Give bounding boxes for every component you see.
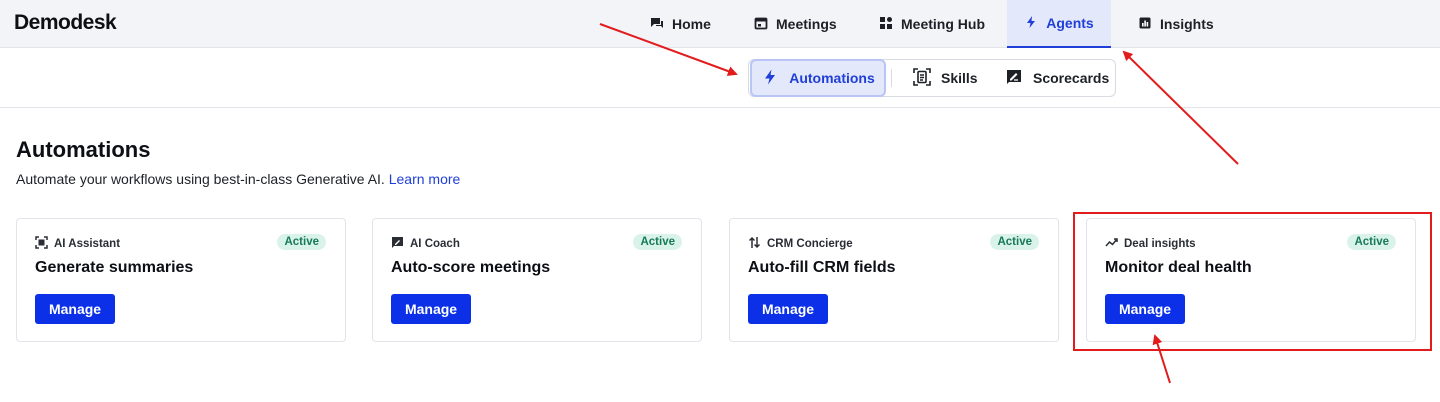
- lightning-icon: [1024, 15, 1038, 32]
- nav-item-meetings[interactable]: Meetings: [741, 0, 850, 48]
- segmented-control: Automations Skills Scorecards: [748, 59, 1116, 97]
- page-title: Automations: [16, 137, 151, 162]
- nav-item-meeting-hub[interactable]: Meeting Hub: [866, 0, 998, 48]
- document-scan-icon: [913, 67, 931, 89]
- sync-arrows-icon: [748, 236, 761, 252]
- nav-item-label: Meeting Hub: [901, 16, 985, 32]
- scan-icon: [35, 236, 48, 252]
- tab-scorecards[interactable]: Scorecards: [991, 60, 1123, 96]
- nav-item-home[interactable]: Home: [637, 0, 724, 48]
- manage-button[interactable]: Manage: [35, 294, 115, 324]
- card-category-label: AI Coach: [410, 238, 460, 250]
- chat-icon: [650, 16, 664, 33]
- card-title: Auto-score meetings: [391, 259, 551, 276]
- message-pen-icon: [391, 236, 404, 252]
- subtitle-text: Automate your workflows using best-in-cl…: [16, 171, 385, 187]
- card-category: CRM Concierge: [748, 236, 853, 252]
- tab-automations[interactable]: Automations: [750, 59, 886, 97]
- status-badge: Active: [633, 234, 682, 250]
- divider: [891, 69, 892, 87]
- automation-card-auto-fill-crm-fields: CRM Concierge Active Auto-fill CRM field…: [729, 218, 1059, 342]
- status-badge: Active: [277, 234, 326, 250]
- tab-label: Skills: [941, 70, 978, 86]
- tab-skills[interactable]: Skills: [899, 60, 992, 96]
- card-title: Generate summaries: [35, 259, 194, 276]
- automation-card-generate-summaries: AI Assistant Active Generate summaries M…: [16, 218, 346, 342]
- automation-card-auto-score-meetings: AI Coach Active Auto-score meetings Mana…: [372, 218, 702, 342]
- card-category-label: AI Assistant: [54, 238, 121, 250]
- manage-button[interactable]: Manage: [748, 294, 828, 324]
- card-category-label: CRM Concierge: [767, 238, 853, 250]
- page-subtitle: Automate your workflows using best-in-cl…: [16, 171, 460, 187]
- tab-label: Scorecards: [1033, 70, 1110, 86]
- nav-item-label: Home: [672, 16, 711, 32]
- learn-more-link[interactable]: Learn more: [389, 171, 461, 187]
- card-category: AI Coach: [391, 236, 460, 252]
- demodesk-logo[interactable]: Demodesk: [14, 11, 117, 35]
- nav-item-label: Agents: [1046, 15, 1094, 31]
- grid-icon: [879, 16, 893, 33]
- lightning-icon: [761, 68, 779, 89]
- nav-item-label: Meetings: [776, 16, 837, 32]
- tab-label: Automations: [789, 70, 875, 86]
- nav-item-insights[interactable]: Insights: [1125, 0, 1227, 48]
- pen-signature-icon: [1005, 68, 1023, 89]
- top-navigation-bar: Demodesk Home Meetings Meeting Hub Agent…: [0, 0, 1440, 48]
- status-badge: Active: [990, 234, 1039, 250]
- sub-tab-bar: Automations Skills Scorecards: [0, 48, 1440, 108]
- nav-item-label: Insights: [1160, 16, 1214, 32]
- calendar-icon: [754, 16, 768, 33]
- nav-item-agents[interactable]: Agents: [1007, 0, 1111, 48]
- bar-chart-icon: [1138, 16, 1152, 33]
- manage-button[interactable]: Manage: [391, 294, 471, 324]
- card-category: AI Assistant: [35, 236, 120, 252]
- annotation-highlight-box: [1073, 212, 1432, 351]
- card-title: Auto-fill CRM fields: [748, 259, 896, 276]
